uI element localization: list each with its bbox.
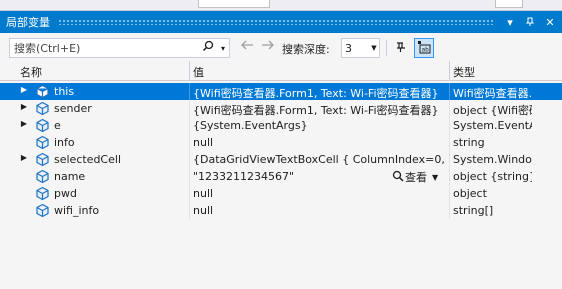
column-resize-handle[interactable]: [189, 61, 190, 81]
variable-value[interactable]: {System.EventArgs}: [193, 119, 447, 132]
chevron-down-icon: ▼: [371, 44, 377, 52]
column-divider: [449, 134, 450, 151]
column-divider: [189, 117, 190, 134]
column-divider: [189, 151, 190, 168]
variable-name: info: [54, 136, 75, 149]
expand-arrow-icon[interactable]: ▶: [20, 85, 28, 94]
search-box[interactable]: ▾: [9, 38, 230, 58]
expand-arrow-icon[interactable]: ▶: [20, 119, 28, 128]
variable-name: sender: [54, 102, 92, 115]
column-divider: [449, 151, 450, 168]
toolbar-remnant: [495, 0, 523, 8]
column-divider: [449, 185, 450, 202]
toolbar-remnant: [198, 0, 270, 8]
column-resize-handle[interactable]: [449, 61, 450, 81]
object-variable-icon: [36, 169, 49, 184]
table-row[interactable]: pwd null object: [0, 185, 562, 202]
close-icon[interactable]: ✕: [542, 14, 558, 30]
column-divider: [189, 100, 190, 117]
variable-name: this: [54, 85, 75, 98]
pin-toggle-button[interactable]: [391, 38, 411, 58]
variable-value[interactable]: null: [193, 187, 447, 200]
variable-type: Wifi密码查看器.Form1: [453, 87, 532, 100]
variable-name: selectedCell: [54, 153, 121, 166]
window-position-dropdown-icon[interactable]: ▾: [502, 14, 518, 30]
drag-grip[interactable]: [58, 19, 494, 25]
locals-grid: 名称 值 类型 ▶ this {Wifi密码查看器.Form1, Text: W…: [0, 61, 562, 289]
arrow-left-icon[interactable]: [240, 39, 254, 55]
grid-header: 名称 值 类型: [0, 61, 562, 81]
expand-arrow-icon[interactable]: ▶: [20, 102, 28, 111]
arrow-right-icon[interactable]: [261, 39, 275, 55]
variable-name: wifi_info: [54, 204, 100, 217]
search-input[interactable]: [10, 39, 199, 57]
variable-value[interactable]: {Wifi密码查看器.Form1, Text: Wi-Fi密码查看器}: [193, 102, 447, 118]
variable-value[interactable]: null: [193, 204, 447, 217]
variable-value[interactable]: {Wifi密码查看器.Form1, Text: Wi-Fi密码查看器}: [193, 85, 447, 101]
object-variable-icon: [36, 203, 49, 218]
column-divider: [189, 134, 190, 151]
search-depth-value: 3: [345, 41, 352, 55]
variable-type: object {Wifi密码查看器.Form1}: [453, 104, 532, 117]
column-divider: [449, 117, 450, 134]
hex-display-toggle-button[interactable]: ab: [414, 38, 434, 58]
magnifier-icon: [392, 170, 404, 185]
search-depth-select[interactable]: 3 ▼: [341, 38, 380, 58]
column-divider: [189, 168, 190, 185]
search-icon[interactable]: [199, 40, 217, 56]
table-row[interactable]: ▶ this {Wifi密码查看器.Form1, Text: Wi-Fi密码查看…: [0, 83, 562, 100]
object-variable-icon: [36, 152, 49, 167]
variable-value[interactable]: null: [193, 136, 447, 149]
search-options-dropdown-icon[interactable]: ▾: [217, 44, 229, 53]
table-row[interactable]: name "1233211234567" 查看 ▼ object {string…: [0, 168, 562, 185]
column-header-name[interactable]: 名称: [20, 64, 42, 80]
column-divider: [189, 83, 190, 100]
locals-toolbar: ▾ 搜索深度: 3 ▼ ab: [0, 33, 562, 61]
column-header-value[interactable]: 值: [193, 64, 204, 80]
object-variable-icon: [36, 186, 49, 201]
variable-name: name: [54, 170, 86, 183]
top-strip: [0, 0, 562, 11]
variable-type: string[]: [453, 204, 494, 217]
object-variable-icon: [36, 84, 49, 99]
table-row[interactable]: ▶ e {System.EventArgs} System.EventArgs: [0, 117, 562, 134]
view-label: 查看: [405, 171, 427, 184]
variable-name: e: [54, 119, 61, 132]
object-variable-icon: [36, 118, 49, 133]
table-row[interactable]: info null string: [0, 134, 562, 151]
panel-title-bar[interactable]: 局部变量 ▾ ✕: [0, 11, 562, 33]
column-divider: [189, 185, 190, 202]
table-row[interactable]: wifi_info null string[]: [0, 202, 562, 219]
variable-type: object: [453, 187, 487, 200]
ab-format-icon: ab: [417, 40, 431, 57]
column-divider: [449, 168, 450, 185]
object-variable-icon: [36, 101, 49, 116]
table-row[interactable]: ▶ selectedCell {DataGridViewTextBoxCell …: [0, 151, 562, 168]
variable-value[interactable]: "1233211234567": [193, 170, 383, 183]
pin-panel-icon[interactable]: [522, 14, 538, 30]
column-divider: [449, 83, 450, 100]
variable-type: string: [453, 136, 485, 149]
column-header-type[interactable]: 类型: [453, 64, 475, 80]
variable-name: pwd: [54, 187, 77, 200]
svg-text:ab: ab: [422, 46, 430, 53]
toolbar-separator: [386, 40, 387, 56]
expand-arrow-icon[interactable]: ▶: [20, 153, 28, 162]
panel-title: 局部变量: [6, 16, 50, 29]
pin-icon: [395, 41, 407, 56]
column-divider: [189, 202, 190, 219]
variable-type: System.EventArgs: [453, 119, 532, 132]
variable-value[interactable]: {DataGridViewTextBoxCell { ColumnIndex=0…: [193, 153, 447, 166]
table-row[interactable]: ▶ sender {Wifi密码查看器.Form1, Text: Wi-Fi密码…: [0, 100, 562, 117]
object-variable-icon: [36, 135, 49, 150]
text-visualizer-button[interactable]: 查看 ▼: [392, 169, 438, 185]
search-depth-label: 搜索深度:: [282, 43, 330, 56]
variable-type: System.Windows.Forms.DataGridViewCell: [453, 153, 532, 166]
column-divider: [449, 202, 450, 219]
variable-type: object {string}: [453, 170, 532, 183]
column-divider: [449, 100, 450, 117]
chevron-down-icon[interactable]: ▼: [432, 173, 438, 182]
